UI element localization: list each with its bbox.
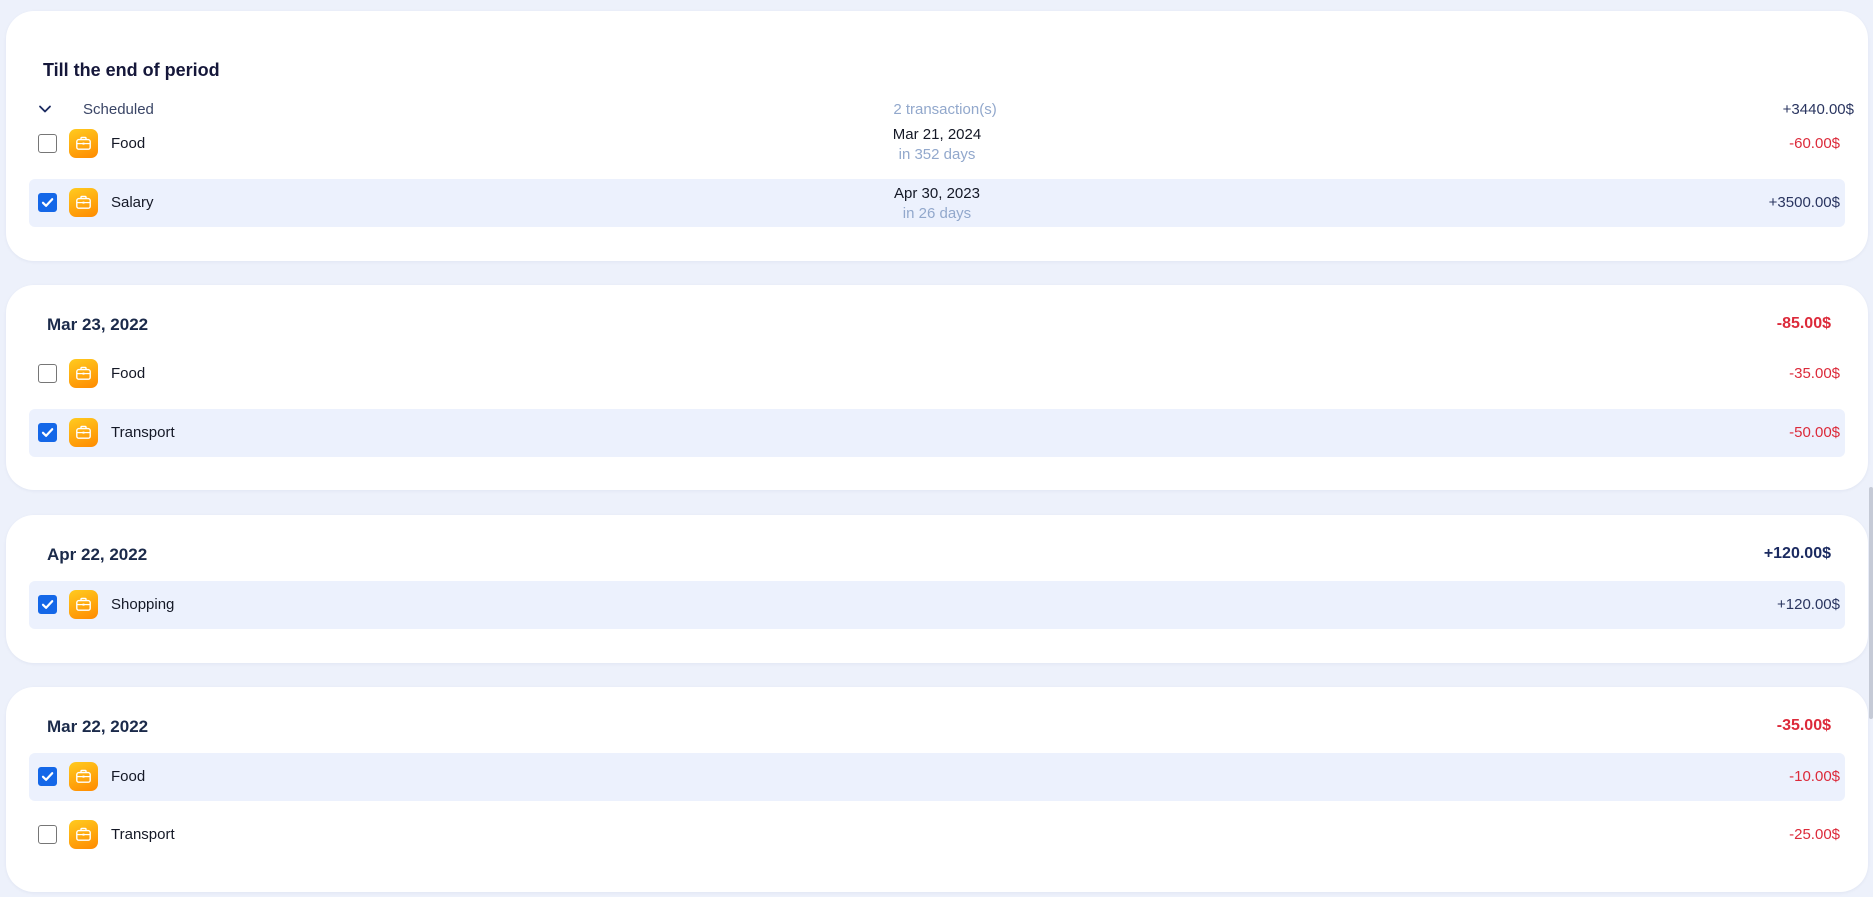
scrollbar[interactable] bbox=[1869, 0, 1873, 897]
group-total: -85.00$ bbox=[1776, 315, 1831, 332]
transaction-name: Shopping bbox=[111, 596, 175, 613]
row-checkbox[interactable] bbox=[38, 364, 57, 383]
briefcase-icon bbox=[69, 418, 98, 447]
transaction-row[interactable]: Salary Apr 30, 2023 in 26 days +3500.00$ bbox=[29, 179, 1845, 227]
transaction-name: Food bbox=[111, 135, 146, 152]
row-checkbox[interactable] bbox=[38, 825, 57, 844]
transaction-name: Salary bbox=[111, 194, 154, 211]
transaction-amount: -35.00$ bbox=[1789, 365, 1840, 382]
period-title: Till the end of period bbox=[43, 60, 220, 80]
transaction-row[interactable]: Transport -25.00$ bbox=[29, 811, 1845, 859]
group-total: +120.00$ bbox=[1763, 545, 1831, 562]
chevron-down-icon[interactable] bbox=[36, 100, 54, 118]
transaction-row[interactable]: Food Mar 21, 2024 in 352 days -60.00$ bbox=[29, 120, 1845, 168]
group-date: Mar 22, 2022 bbox=[47, 717, 149, 736]
row-checkbox-checked[interactable] bbox=[38, 595, 57, 614]
scheduled-header[interactable]: Scheduled 2 transaction(s) +3440.00$ bbox=[36, 98, 1854, 122]
transaction-amount: -25.00$ bbox=[1789, 826, 1840, 843]
transaction-relative-date: in 352 days bbox=[898, 146, 976, 163]
transaction-amount: +120.00$ bbox=[1777, 596, 1840, 613]
row-checkbox-checked[interactable] bbox=[38, 767, 57, 786]
scheduled-count: 2 transaction(s) bbox=[893, 101, 997, 118]
transaction-date: Mar 21, 2024 in 352 days bbox=[29, 125, 1845, 165]
row-checkbox-checked[interactable] bbox=[38, 423, 57, 442]
briefcase-icon bbox=[69, 762, 98, 791]
briefcase-icon bbox=[69, 820, 98, 849]
transaction-amount: +3500.00$ bbox=[1768, 194, 1840, 211]
row-checkbox-checked[interactable] bbox=[38, 193, 57, 212]
briefcase-icon bbox=[69, 359, 98, 388]
transaction-row[interactable]: Food -35.00$ bbox=[29, 350, 1845, 398]
date-group-card: Mar 22, 2022 -35.00$ Food -10.00$ Transp… bbox=[6, 687, 1868, 892]
briefcase-icon bbox=[69, 188, 98, 217]
scrollbar-thumb[interactable] bbox=[1869, 487, 1873, 719]
transaction-row[interactable]: Shopping +120.00$ bbox=[29, 581, 1845, 629]
transaction-name: Transport bbox=[111, 424, 175, 441]
transaction-date: Apr 30, 2023 in 26 days bbox=[29, 184, 1845, 224]
transaction-row[interactable]: Food -10.00$ bbox=[29, 753, 1845, 801]
transaction-amount: -10.00$ bbox=[1789, 768, 1840, 785]
group-total: -35.00$ bbox=[1776, 717, 1831, 734]
briefcase-icon bbox=[69, 129, 98, 158]
row-checkbox[interactable] bbox=[38, 134, 57, 153]
group-date: Mar 23, 2022 bbox=[47, 315, 149, 334]
transaction-name: Food bbox=[111, 768, 146, 785]
date-group-card: Mar 23, 2022 -85.00$ Food -35.00$ Transp… bbox=[6, 285, 1868, 490]
transaction-amount: -50.00$ bbox=[1789, 424, 1840, 441]
transaction-amount: -60.00$ bbox=[1789, 135, 1840, 152]
scheduled-label: Scheduled bbox=[83, 101, 154, 118]
period-card: Till the end of period Scheduled 2 trans… bbox=[6, 11, 1868, 261]
date-group-card: Apr 22, 2022 +120.00$ Shopping +120.00$ bbox=[6, 515, 1868, 663]
group-date: Apr 22, 2022 bbox=[47, 545, 148, 564]
transaction-name: Food bbox=[111, 365, 146, 382]
transaction-name: Transport bbox=[111, 826, 175, 843]
transaction-relative-date: in 26 days bbox=[902, 205, 972, 222]
briefcase-icon bbox=[69, 590, 98, 619]
scheduled-total: +3440.00$ bbox=[1782, 101, 1854, 118]
transaction-row[interactable]: Transport -50.00$ bbox=[29, 409, 1845, 457]
